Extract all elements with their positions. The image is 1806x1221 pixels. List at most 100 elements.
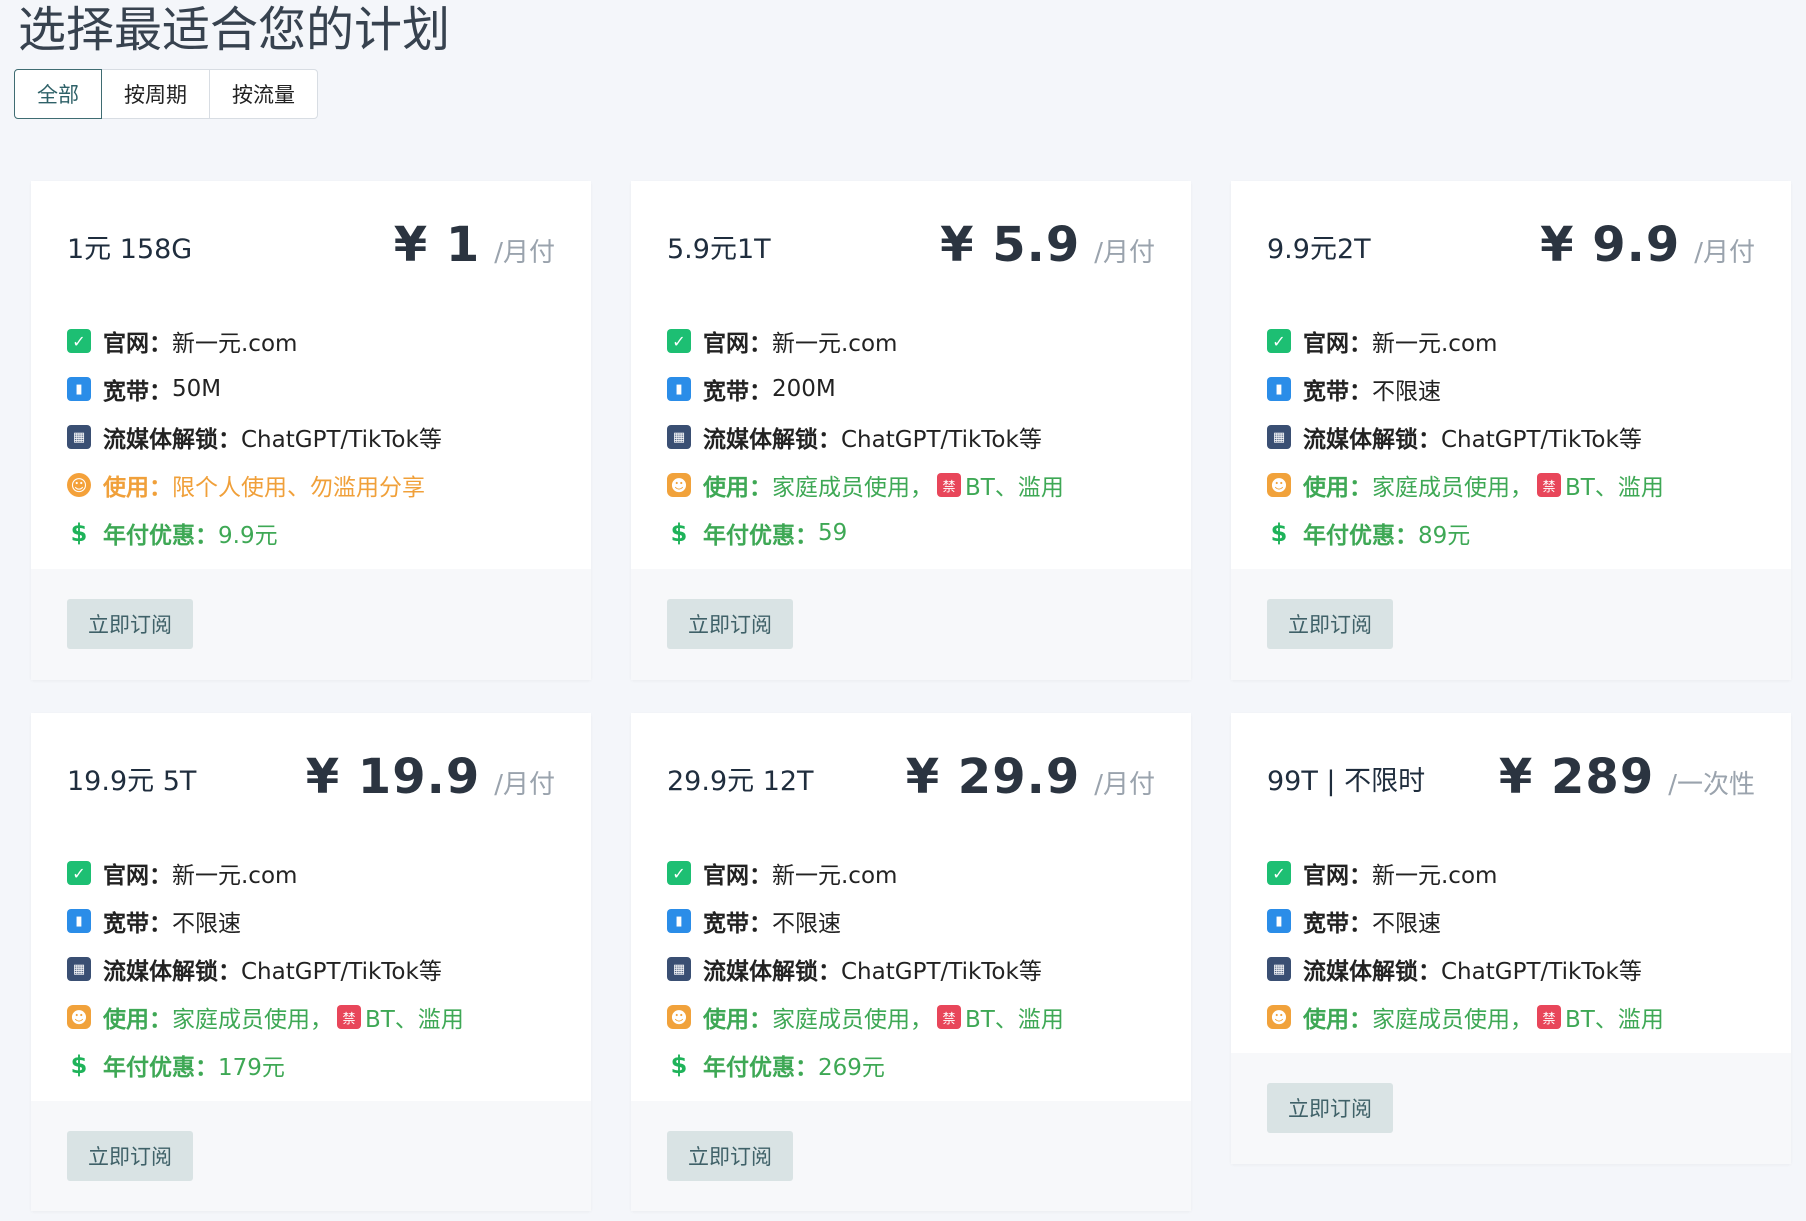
plan-features: ✓ 官网： 新一元.com ▮ 宽带： 50M ▦ 流媒体解锁： ChatGPT… (67, 317, 442, 557)
feature-value: 新一元.com (172, 331, 298, 357)
subscribe-button[interactable]: 立即订阅 (1267, 599, 1393, 649)
card-footer: 立即订阅 (631, 1101, 1191, 1211)
feature-value: ChatGPT/TikTok等 (241, 959, 442, 985)
plan-feature: $ 年付优惠： 9.9元 (67, 509, 442, 557)
feature-label: 年付优惠： (703, 523, 818, 549)
feature-label: 使用： (703, 1007, 772, 1033)
plan-features: ✓ 官网： 新一元.com ▮ 宽带： 不限速 ▦ 流媒体解锁： ChatGPT… (667, 849, 1064, 1089)
family-icon: ☻ (667, 473, 691, 497)
signal-icon: ▮ (67, 377, 91, 401)
plan-price: ¥ 9.9 /月付 (1540, 217, 1755, 273)
plan-feature: $ 年付优惠： 269元 (667, 1041, 1064, 1089)
feature-value: 不限速 (772, 911, 841, 937)
family-icon: ☻ (1267, 473, 1291, 497)
signal-icon: ▮ (67, 909, 91, 933)
feature-value: 新一元.com (1372, 863, 1498, 889)
subscribe-button[interactable]: 立即订阅 (667, 1131, 793, 1181)
film-icon: ▦ (1267, 957, 1291, 981)
plan-feature: $ 年付优惠： 179元 (67, 1041, 464, 1089)
feature-label: 使用： (103, 475, 172, 501)
feature-value: 不限速 (172, 911, 241, 937)
feature-restriction: BT、滥用 (965, 475, 1064, 501)
feature-value: 家庭成员使用， (772, 1007, 933, 1033)
price-period: /月付 (1094, 238, 1155, 268)
tab-by-period[interactable]: 按周期 (101, 69, 210, 119)
feature-value: 新一元.com (1372, 331, 1498, 357)
feature-label: 宽带： (703, 911, 772, 937)
price-period: /月付 (494, 770, 555, 800)
feature-value: 59 (818, 520, 848, 546)
feature-value: ChatGPT/TikTok等 (841, 427, 1042, 453)
feature-label: 流媒体解锁： (703, 427, 841, 453)
check-icon: ✓ (1267, 329, 1291, 353)
plan-feature: ▦ 流媒体解锁： ChatGPT/TikTok等 (67, 945, 464, 993)
feature-label: 宽带： (1303, 379, 1372, 405)
forbidden-icon: 禁 (337, 1005, 361, 1029)
plan-feature: ✓ 官网： 新一元.com (1267, 317, 1664, 365)
plan-name: 9.9元2T (1267, 234, 1371, 265)
plan-price: ¥ 289 /一次性 (1499, 749, 1755, 805)
feature-label: 官网： (103, 863, 172, 889)
plan-name: 19.9元 5T (67, 766, 197, 797)
plan-features: ✓ 官网： 新一元.com ▮ 宽带： 不限速 ▦ 流媒体解锁： ChatGPT… (1267, 317, 1664, 557)
tab-by-traffic[interactable]: 按流量 (209, 69, 318, 119)
tab-all[interactable]: 全部 (14, 69, 102, 119)
feature-value: 家庭成员使用， (772, 475, 933, 501)
feature-label: 宽带： (103, 911, 172, 937)
signal-icon: ▮ (1267, 377, 1291, 401)
plan-name: 5.9元1T (667, 234, 771, 265)
feature-label: 使用： (103, 1007, 172, 1033)
person-icon: ☺ (67, 473, 91, 497)
plan-card: 19.9元 5T ¥ 19.9 /月付 ✓ 官网： 新一元.com ▮ 宽带： … (31, 713, 591, 1211)
card-footer: 立即订阅 (1231, 1053, 1791, 1164)
feature-label: 年付优惠： (103, 1055, 218, 1081)
plan-feature: ▦ 流媒体解锁： ChatGPT/TikTok等 (667, 413, 1064, 461)
plan-feature: ☺ 使用： 限个人使用、勿滥用分享 (67, 461, 442, 509)
dollar-icon: $ (70, 519, 88, 547)
price-period: /一次性 (1668, 770, 1755, 800)
film-icon: ▦ (67, 957, 91, 981)
check-icon: ✓ (1267, 861, 1291, 885)
feature-value: 179元 (218, 1055, 285, 1081)
card-footer: 立即订阅 (1231, 569, 1791, 680)
price-amount: ¥ 9.9 (1540, 217, 1681, 273)
family-icon: ☻ (1267, 1005, 1291, 1029)
dollar-icon: $ (1270, 519, 1288, 547)
forbidden-icon: 禁 (1537, 1005, 1561, 1029)
plan-name: 99T | 不限时 (1267, 766, 1426, 797)
plan-price: ¥ 5.9 /月付 (940, 217, 1155, 273)
feature-label: 使用： (1303, 475, 1372, 501)
feature-value: 50M (172, 376, 222, 402)
price-period: /月付 (1694, 238, 1755, 268)
family-icon: ☻ (67, 1005, 91, 1029)
feature-label: 官网： (703, 863, 772, 889)
card-footer: 立即订阅 (31, 569, 591, 680)
forbidden-icon: 禁 (1537, 473, 1561, 497)
page-title: 选择最适合您的计划 (18, 2, 451, 58)
feature-label: 官网： (1303, 331, 1372, 357)
subscribe-button[interactable]: 立即订阅 (667, 599, 793, 649)
plan-feature: ▦ 流媒体解锁： ChatGPT/TikTok等 (667, 945, 1064, 993)
plan-feature: ▦ 流媒体解锁： ChatGPT/TikTok等 (1267, 945, 1664, 993)
feature-value: 限个人使用、勿滥用分享 (172, 475, 425, 501)
feature-value: 89元 (1418, 523, 1471, 549)
feature-label: 宽带： (703, 379, 772, 405)
subscribe-button[interactable]: 立即订阅 (1267, 1083, 1393, 1133)
feature-value: 不限速 (1372, 911, 1441, 937)
feature-label: 使用： (703, 475, 772, 501)
card-footer: 立即订阅 (31, 1101, 591, 1211)
subscribe-button[interactable]: 立即订阅 (67, 599, 193, 649)
film-icon: ▦ (1267, 425, 1291, 449)
plan-feature: ✓ 官网： 新一元.com (67, 849, 464, 897)
plan-filter-tabs: 全部 按周期 按流量 (14, 69, 318, 119)
plan-feature: ✓ 官网： 新一元.com (1267, 849, 1664, 897)
feature-label: 宽带： (103, 379, 172, 405)
subscribe-button[interactable]: 立即订阅 (67, 1131, 193, 1181)
feature-label: 官网： (103, 331, 172, 357)
price-period: /月付 (1094, 770, 1155, 800)
plan-feature: ☻ 使用： 家庭成员使用，禁 BT、滥用 (667, 461, 1064, 509)
plan-feature: ☻ 使用： 家庭成员使用，禁 BT、滥用 (1267, 993, 1664, 1041)
price-amount: ¥ 19.9 (305, 749, 481, 805)
plan-feature: ✓ 官网： 新一元.com (667, 849, 1064, 897)
plan-features: ✓ 官网： 新一元.com ▮ 宽带： 不限速 ▦ 流媒体解锁： ChatGPT… (67, 849, 464, 1089)
